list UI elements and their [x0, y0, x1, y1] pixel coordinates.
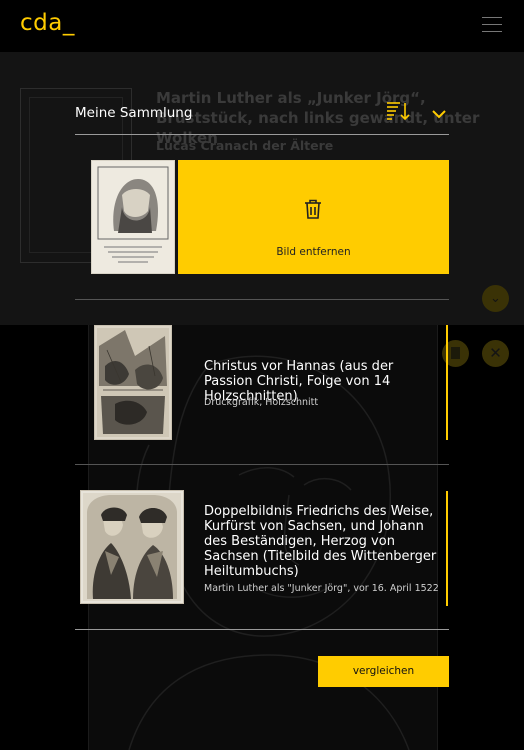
top-bar: cda_ — [0, 0, 524, 52]
background-expand-button: ⌄ — [482, 285, 509, 312]
artwork-thumbnail-christus[interactable] — [94, 325, 172, 440]
chevron-down-icon[interactable] — [431, 105, 447, 119]
menu-icon[interactable] — [482, 17, 502, 32]
collection-item-meta: Martin Luther als "Junker Jörg", vor 16.… — [204, 583, 439, 594]
collection-item[interactable]: Christus vor Hannas (aus der Passion Chr… — [75, 300, 449, 465]
collection-item[interactable]: Doppelbildnis Friedrichs des Weise, Kurf… — [75, 465, 449, 630]
artwork-thumbnail-luther[interactable] — [91, 160, 175, 274]
background-close-button: ✕ — [482, 340, 509, 367]
collection-item-accent-bar — [446, 325, 448, 440]
compare-button[interactable]: vergleichen — [318, 656, 449, 687]
collection-item-selected: Bild entfernen — [75, 135, 449, 300]
collection-header: Meine Sammlung — [75, 95, 449, 135]
remove-image-button[interactable]: Bild entfernen — [178, 160, 449, 274]
trash-icon — [304, 199, 322, 219]
collection-item-title[interactable]: Doppelbildnis Friedrichs des Weise, Kurf… — [204, 504, 444, 579]
logo[interactable]: cda_ — [20, 10, 75, 36]
collection-item-accent-bar — [446, 491, 448, 606]
collection-title: Meine Sammlung — [75, 105, 193, 121]
sort-descending-icon[interactable] — [386, 101, 410, 121]
collection-item-meta: Druckgrafik, Holzschnitt — [204, 397, 319, 408]
artwork-thumbnail-doppelbildnis[interactable] — [80, 490, 184, 604]
remove-image-label: Bild entfernen — [276, 246, 351, 258]
